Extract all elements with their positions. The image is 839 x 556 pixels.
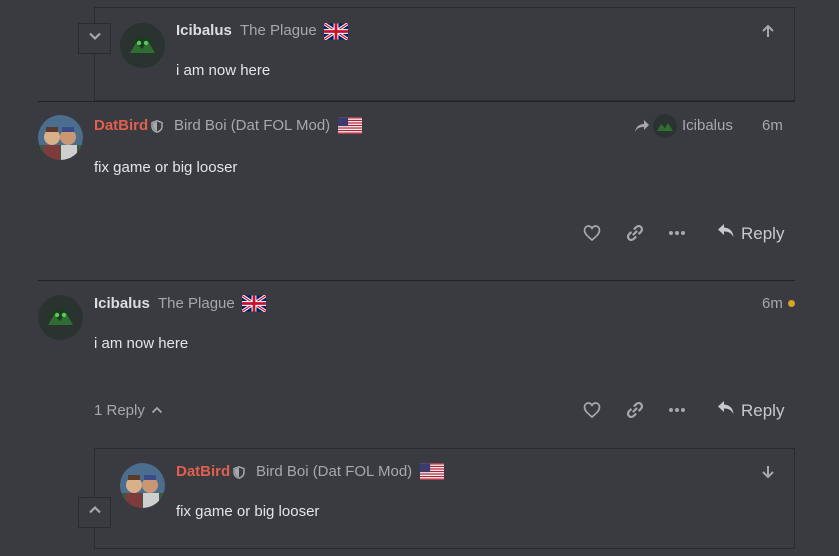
chevron-up-icon: [88, 503, 102, 522]
reply-icon: [717, 400, 735, 421]
username[interactable]: Icibalus: [94, 295, 150, 312]
post-time[interactable]: 6m: [762, 295, 783, 312]
shield-icon: [233, 466, 245, 479]
reply-to-username[interactable]: Icibalus: [682, 117, 733, 134]
user-title: The Plague: [158, 295, 235, 312]
post-body: i am now here: [94, 335, 189, 352]
reply-icon: [717, 223, 735, 244]
reply-label: Reply: [741, 400, 785, 420]
collapse-replies-button[interactable]: [78, 497, 111, 528]
post-body: i am now here: [176, 62, 271, 79]
share-arrow-icon: [632, 117, 652, 135]
avatar[interactable]: [38, 115, 83, 160]
replies-toggle[interactable]: 1 Reply: [94, 402, 163, 419]
link-icon[interactable]: [625, 401, 645, 419]
heart-icon[interactable]: [582, 224, 602, 242]
avatar[interactable]: [120, 23, 165, 68]
divider: [38, 280, 795, 281]
shield-icon: [151, 120, 163, 133]
user-title: Bird Boi (Dat FOL Mod): [256, 463, 413, 480]
reply-to-avatar[interactable]: [653, 114, 677, 138]
avatar[interactable]: [120, 463, 165, 508]
divider: [38, 101, 795, 102]
avatar[interactable]: [38, 295, 83, 340]
uk-flag-icon: [242, 295, 266, 312]
unread-indicator: [788, 300, 795, 307]
username[interactable]: DatBird: [176, 463, 230, 480]
username[interactable]: DatBird: [94, 117, 148, 134]
us-flag-icon: [338, 117, 362, 134]
ellipsis-icon[interactable]: [667, 224, 687, 242]
post-body: fix game or big looser: [176, 503, 320, 520]
post-time[interactable]: 6m: [762, 117, 783, 134]
heart-icon[interactable]: [582, 401, 602, 419]
link-icon[interactable]: [625, 224, 645, 242]
uk-flag-icon: [324, 23, 348, 40]
username[interactable]: Icibalus: [176, 22, 232, 39]
reply-button[interactable]: Reply: [717, 223, 784, 244]
ellipsis-icon[interactable]: [667, 401, 687, 419]
user-title: Bird Boi (Dat FOL Mod): [174, 117, 331, 134]
user-title: The Plague: [240, 22, 317, 39]
chevron-down-icon: [88, 29, 102, 48]
chevron-up-icon: [151, 402, 163, 419]
replies-count-label: 1 Reply: [94, 402, 145, 419]
post-body: fix game or big looser: [94, 159, 238, 176]
reply-button[interactable]: Reply: [717, 400, 784, 421]
collapse-embedded-button[interactable]: [78, 23, 111, 54]
arrow-up-icon[interactable]: [758, 22, 778, 40]
arrow-down-icon[interactable]: [758, 463, 778, 481]
us-flag-icon: [420, 463, 444, 480]
reply-label: Reply: [741, 223, 785, 243]
